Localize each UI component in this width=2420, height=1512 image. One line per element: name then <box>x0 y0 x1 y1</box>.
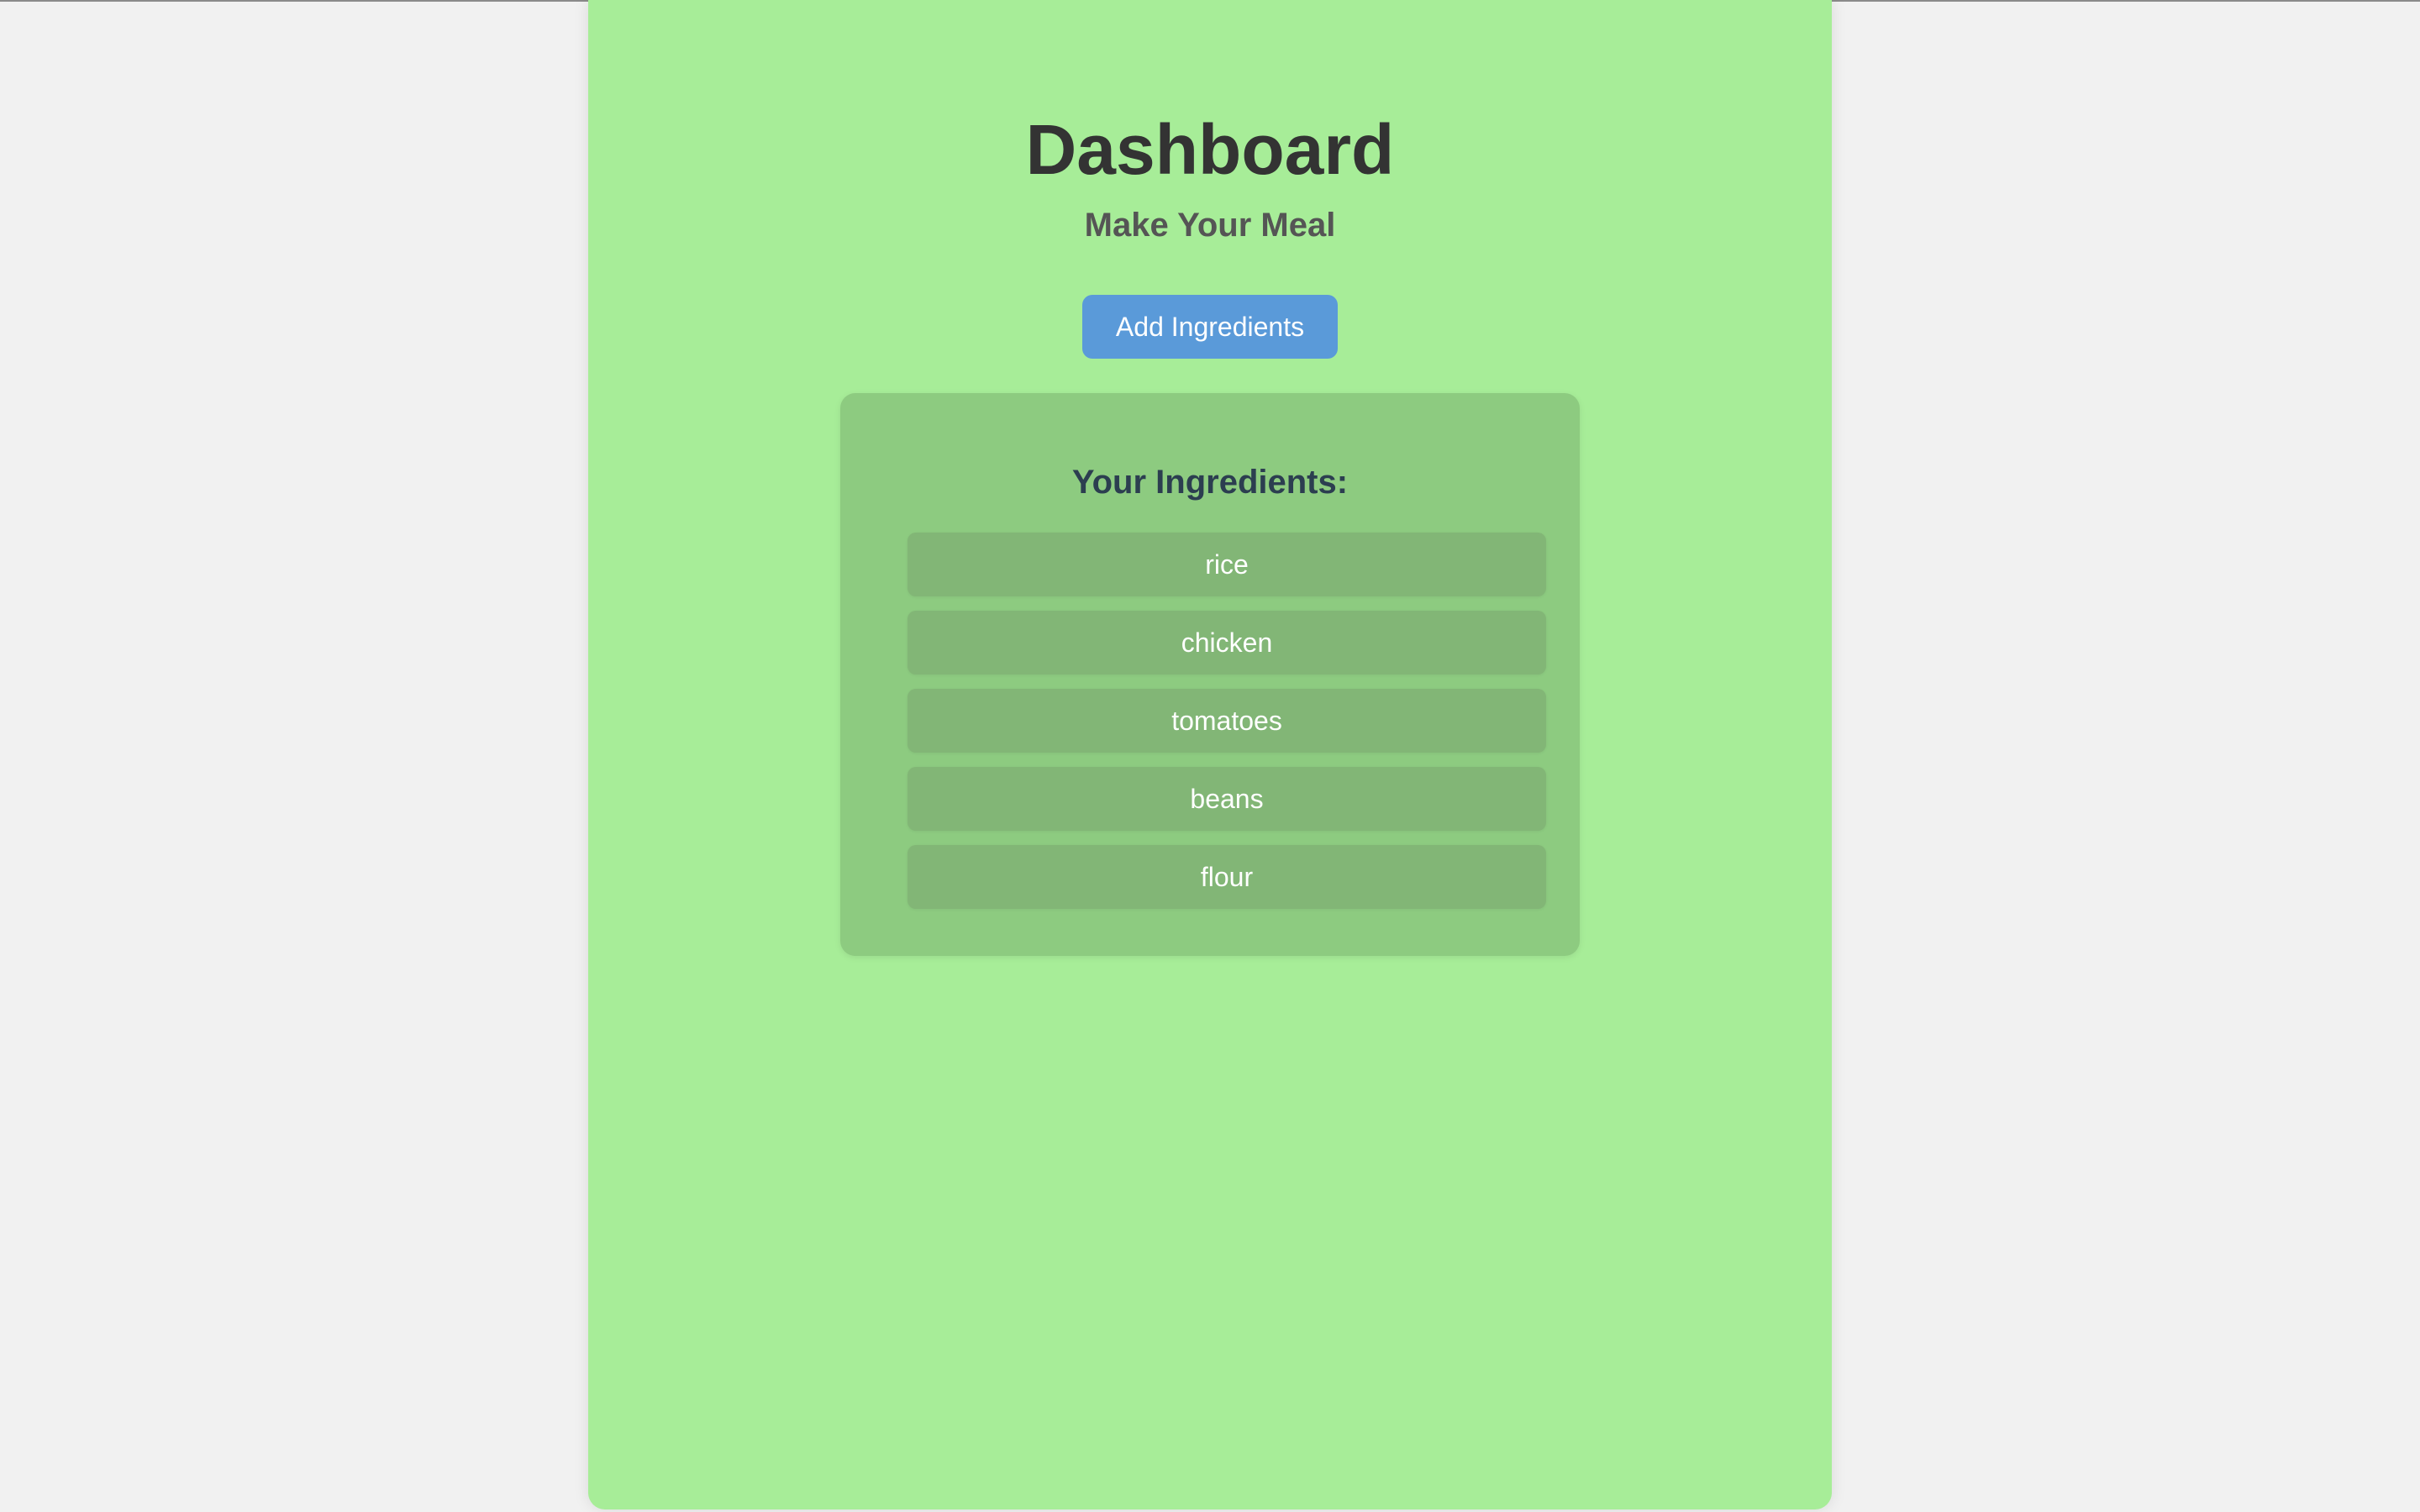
ingredient-item-tomatoes[interactable]: tomatoes <box>908 689 1546 753</box>
page-subtitle: Make Your Meal <box>1084 207 1336 244</box>
ingredients-heading: Your Ingredients: <box>1071 464 1349 501</box>
dashboard-card: Dashboard Make Your Meal Add Ingredients… <box>588 0 1832 1509</box>
ingredient-item-beans[interactable]: beans <box>908 767 1546 831</box>
ingredient-item-chicken[interactable]: chicken <box>908 611 1546 675</box>
ingredient-item-flour[interactable]: flour <box>908 845 1546 909</box>
add-ingredients-button[interactable]: Add Ingredients <box>1082 295 1338 359</box>
page-title: Dashboard <box>1025 110 1395 189</box>
ingredients-panel: Your Ingredients: rice chicken tomatoes … <box>840 393 1580 956</box>
ingredient-list: rice chicken tomatoes beans flour <box>908 533 1546 923</box>
ingredient-item-rice[interactable]: rice <box>908 533 1546 596</box>
